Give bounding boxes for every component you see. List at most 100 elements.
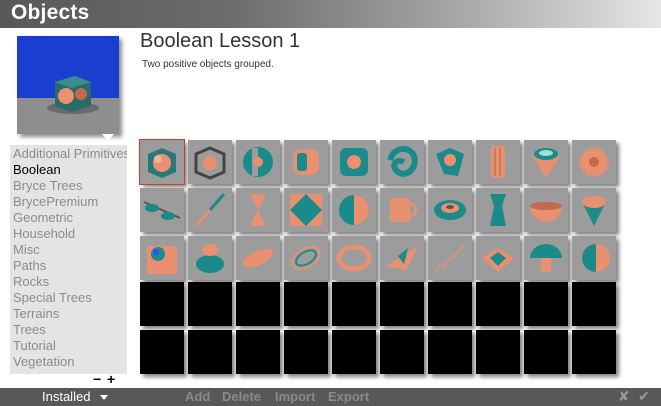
boolean-pot-icon	[196, 244, 224, 273]
empty-slot[interactable]	[188, 330, 232, 374]
title-bar: Objects	[0, 0, 661, 28]
boolean-cone-plate-icon	[582, 196, 606, 226]
boolean-flat-disk-icon	[243, 248, 273, 268]
category-item-selected[interactable]: Boolean	[13, 162, 61, 178]
confirm-check-icon[interactable]: ✔	[638, 388, 650, 405]
category-item[interactable]: Terrains	[13, 306, 59, 322]
object-thumbnail-rings[interactable]	[284, 236, 328, 280]
export-button[interactable]: Export	[328, 389, 369, 404]
category-item[interactable]: Geometric	[13, 210, 73, 226]
import-button[interactable]: Import	[275, 389, 315, 404]
boolean-mug-icon	[390, 198, 418, 222]
object-thumbnail-mug[interactable]	[380, 188, 424, 232]
object-thumbnail-flat-disk[interactable]	[236, 236, 280, 280]
boolean-fluted-column-icon	[491, 146, 505, 178]
boolean-split-sphere-icon	[582, 244, 610, 272]
category-item[interactable]: Special Trees	[13, 290, 92, 306]
empty-slot[interactable]	[524, 282, 568, 326]
empty-slot[interactable]	[140, 330, 184, 374]
object-thumbnail-holed-cube[interactable]	[332, 140, 376, 184]
boolean-mushroom-icon	[530, 244, 562, 272]
cancel-x-icon[interactable]: ✘	[618, 388, 630, 405]
empty-slot[interactable]	[188, 282, 232, 326]
empty-slot[interactable]	[284, 282, 328, 326]
boolean-holed-cube-icon	[340, 148, 368, 176]
category-item[interactable]: Bryce Trees	[13, 178, 82, 194]
boolean-wand-icon	[194, 193, 226, 227]
category-item[interactable]: Vegetation	[13, 354, 74, 370]
object-thumbnail-gear-disk[interactable]	[572, 140, 616, 184]
boolean-hourglass-icon	[250, 194, 266, 226]
empty-slot[interactable]	[572, 282, 616, 326]
empty-slot[interactable]	[380, 282, 424, 326]
empty-slot[interactable]	[476, 330, 520, 374]
boolean-carved-shape-icon	[436, 148, 464, 176]
boolean-torus-bowl-icon	[434, 200, 466, 220]
category-item[interactable]: Household	[13, 226, 75, 242]
remove-category-button[interactable]: −	[93, 372, 101, 386]
object-thumbnail-split-sphere[interactable]	[572, 236, 616, 280]
empty-slot[interactable]	[284, 330, 328, 374]
object-thumbnail-cone-plate[interactable]	[572, 188, 616, 232]
empty-slot[interactable]	[572, 330, 616, 374]
object-thumbnail-coil[interactable]	[428, 236, 472, 280]
empty-slot[interactable]	[332, 282, 376, 326]
object-thumbnail-cage-cube[interactable]	[188, 140, 232, 184]
chevron-down-icon[interactable]	[100, 395, 108, 400]
object-thumbnail-twisted-knot[interactable]	[380, 140, 424, 184]
category-list[interactable]: Additional Primitives Boolean Bryce Tree…	[10, 145, 127, 374]
category-item[interactable]: Misc	[13, 242, 40, 258]
object-thumbnail-wand[interactable]	[188, 188, 232, 232]
library-dropdown[interactable]: Installed	[42, 389, 90, 404]
object-thumbnail-spectacles[interactable]	[140, 188, 184, 232]
boolean-sphere-frame-icon	[147, 246, 177, 274]
empty-slot[interactable]	[236, 282, 280, 326]
lesson-description: Two positive objects grouped.	[142, 59, 274, 70]
preview-pointer	[102, 134, 114, 141]
delete-button[interactable]: Delete	[222, 389, 261, 404]
category-item[interactable]: Rocks	[13, 274, 49, 290]
category-item[interactable]: Additional Primitives	[13, 146, 127, 162]
object-thumbnail-cube-sphere[interactable]	[139, 139, 185, 185]
boolean-gear-disk-icon	[579, 147, 609, 177]
boolean-ring-icon	[336, 244, 372, 272]
category-item[interactable]: Trees	[13, 322, 46, 338]
add-button[interactable]: Add	[185, 389, 210, 404]
empty-slot[interactable]	[428, 282, 472, 326]
empty-slot[interactable]	[332, 330, 376, 374]
object-thumbnail-carved-shape[interactable]	[428, 140, 472, 184]
object-thumbnail-bowl[interactable]	[524, 188, 568, 232]
empty-slot[interactable]	[380, 330, 424, 374]
object-thumbnail-ring[interactable]	[332, 236, 376, 280]
category-item[interactable]: Tutorial	[13, 338, 56, 354]
object-thumbnail-sphere-cutout[interactable]	[236, 140, 280, 184]
empty-slot[interactable]	[476, 282, 520, 326]
empty-slot[interactable]	[236, 330, 280, 374]
object-thumbnail-vase[interactable]	[476, 188, 520, 232]
empty-slot[interactable]	[428, 330, 472, 374]
empty-slot[interactable]	[140, 282, 184, 326]
empty-slot[interactable]	[524, 330, 568, 374]
add-category-button[interactable]: +	[107, 372, 115, 386]
object-thumbnail-sphere-frame[interactable]	[140, 236, 184, 280]
object-thumbnail-hourglass[interactable]	[236, 188, 280, 232]
boolean-bowl-icon	[530, 202, 562, 222]
boolean-teal-cup-icon	[532, 148, 560, 178]
category-item[interactable]: BrycePremium	[13, 194, 98, 210]
object-thumbnail-spinner[interactable]	[476, 236, 520, 280]
object-thumbnail-torus-bowl[interactable]	[428, 188, 472, 232]
boolean-spectacles-icon	[143, 201, 181, 220]
lesson-title: Boolean Lesson 1	[140, 30, 301, 52]
boolean-vase-icon	[490, 194, 506, 226]
object-thumbnail-mushroom[interactable]	[524, 236, 568, 280]
object-thumbnail-jet[interactable]	[380, 236, 424, 280]
object-thumbnail-fluted-column[interactable]	[476, 140, 520, 184]
object-thumbnail-rounded-cube[interactable]	[284, 140, 328, 184]
object-thumbnail-pot[interactable]	[188, 236, 232, 280]
boolean-twisted-knot-icon	[387, 146, 418, 177]
object-thumbnail-bent-disk[interactable]	[332, 188, 376, 232]
object-thumbnail-teal-cup[interactable]	[524, 140, 568, 184]
category-item[interactable]: Paths	[13, 258, 46, 274]
boolean-diamond-tile-icon	[290, 194, 322, 226]
object-thumbnail-diamond-tile[interactable]	[284, 188, 328, 232]
